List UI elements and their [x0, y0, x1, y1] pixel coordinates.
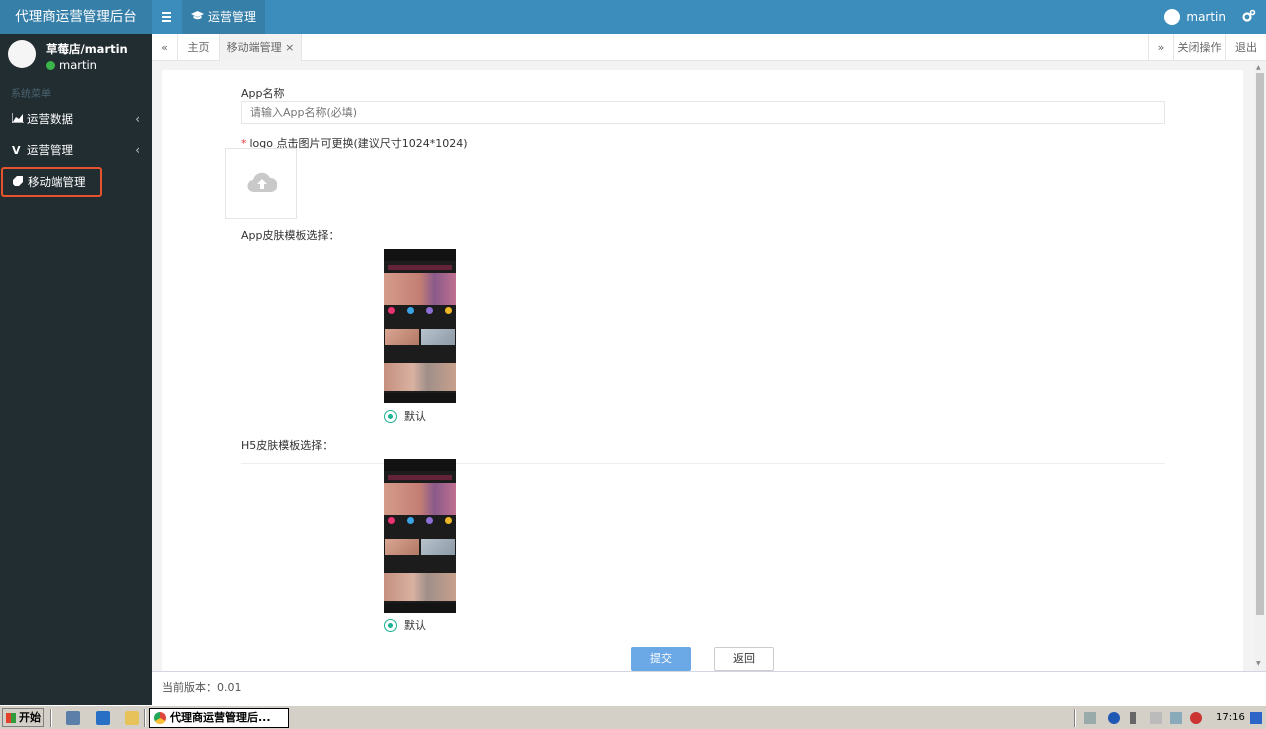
sidebar-item-operations-management[interactable]: V 运营管理 ‹	[0, 135, 152, 165]
volume-muted-icon[interactable]	[1190, 712, 1202, 724]
divider	[241, 463, 1165, 464]
content-tabs: « 主页 移动端管理 × » 关闭操作 退出	[152, 34, 1266, 61]
taskbar-separator	[1074, 709, 1076, 727]
h5-skin-label: H5皮肤模板选择：	[241, 439, 334, 452]
taskbar-chrome-window[interactable]: 代理商运营管理后...	[149, 708, 289, 728]
profile-name: 草莓店/martin	[46, 42, 128, 56]
radio-label: 默认	[404, 619, 426, 632]
tab-close-icon[interactable]: ×	[285, 41, 294, 54]
clock: 17:16	[1216, 712, 1245, 723]
top-navbar: 代理商运营管理后台 运营管理 martin	[0, 0, 1266, 34]
taskbar-separator	[50, 709, 52, 727]
app-name-label: App名称	[241, 87, 285, 100]
scrollbar-thumb[interactable]	[1256, 73, 1264, 615]
chrome-icon	[154, 712, 166, 724]
show-desktop-icon[interactable]	[1250, 712, 1262, 724]
footer: 当前版本：0.01	[152, 671, 1266, 705]
tag-icon	[11, 171, 25, 197]
tab-mobile-management[interactable]: 移动端管理 ×	[220, 34, 302, 61]
settings-gear-icon[interactable]	[1242, 9, 1256, 23]
avatar	[1164, 9, 1181, 25]
radio-label: 默认	[404, 410, 426, 423]
logo-uploader[interactable]	[225, 148, 297, 219]
sidebar-item-label: 运营数据	[27, 112, 73, 126]
chevron-left-icon: ‹	[135, 143, 140, 157]
os-taskbar: 开始 代理商运营管理后... 17:16	[0, 705, 1266, 729]
h5-skin-default-radio[interactable]: 默认	[384, 619, 444, 633]
user-name: martin	[1186, 10, 1226, 24]
tabs-scroll-right-button[interactable]: »	[1148, 34, 1174, 61]
keyboard-icon[interactable]	[1084, 712, 1096, 724]
back-button[interactable]: 返回	[714, 647, 774, 671]
start-button[interactable]: 开始	[2, 708, 44, 727]
sidebar-item-label: 移动端管理	[28, 175, 86, 189]
powershell-icon[interactable]	[96, 711, 110, 725]
tab-home[interactable]: 主页	[178, 34, 220, 61]
app-brand[interactable]: 代理商运营管理后台	[0, 0, 152, 34]
chevron-left-icon: ‹	[135, 112, 140, 126]
radio-checked-icon	[384, 410, 397, 423]
network-icon[interactable]	[1170, 712, 1182, 724]
flag-icon[interactable]	[1150, 712, 1162, 724]
sidebar-item-operations-data[interactable]: 运营数据 ‹	[0, 104, 152, 134]
top-nav-label: 运营管理	[208, 10, 257, 24]
sidebar-toggle-icon[interactable]	[156, 0, 178, 34]
input-method-icon[interactable]	[1130, 712, 1136, 724]
server-manager-icon[interactable]	[66, 711, 80, 725]
sidebar-item-mobile-management[interactable]: 移动端管理	[1, 167, 102, 197]
chart-area-icon	[11, 106, 24, 136]
online-status-icon	[46, 61, 55, 70]
app-name-input[interactable]	[241, 101, 1165, 124]
windows-flag-icon	[6, 713, 16, 723]
radio-checked-icon	[384, 619, 397, 632]
app-skin-label: App皮肤模板选择：	[241, 229, 340, 242]
submit-button[interactable]: 提交	[631, 647, 691, 671]
tab-label: 移动端管理	[226, 41, 282, 54]
app-skin-preview-image[interactable]	[384, 249, 456, 403]
vimeo-icon: V	[12, 144, 21, 157]
close-operations-button[interactable]: 关闭操作	[1174, 34, 1226, 61]
logout-button[interactable]: 退出	[1226, 34, 1266, 61]
form-card: App名称 *logo 点击图片可更换(建议尺寸1024*1024) App皮肤…	[162, 70, 1243, 671]
taskbar-separator	[144, 709, 146, 727]
user-panel: 草莓店/martin martin	[0, 34, 152, 78]
vertical-scrollbar[interactable]: ▲ ▼	[1254, 61, 1266, 671]
app-skin-default-radio[interactable]: 默认	[384, 410, 444, 424]
scroll-down-icon[interactable]: ▼	[1256, 660, 1261, 667]
sidebar: 草莓店/martin martin 系统菜单 运营数据 ‹ V 运营管理 ‹ 移动…	[0, 34, 152, 705]
h5-skin-preview-image[interactable]	[384, 459, 456, 613]
folder-icon[interactable]	[125, 711, 139, 725]
avatar	[8, 40, 36, 68]
tabs-scroll-left-button[interactable]: «	[152, 34, 178, 61]
main-content: App名称 *logo 点击图片可更换(建议尺寸1024*1024) App皮肤…	[152, 61, 1266, 671]
graduation-cap-icon	[191, 1, 204, 35]
version-text: 当前版本：0.01	[162, 681, 242, 694]
profile-status: martin	[46, 58, 97, 72]
top-nav-operations[interactable]: 运营管理	[182, 0, 266, 35]
help-icon[interactable]	[1108, 712, 1120, 724]
scroll-up-icon[interactable]: ▲	[1256, 64, 1261, 71]
menu-header: 系统菜单	[11, 89, 51, 100]
system-tray: 17:16	[1074, 708, 1266, 728]
cloud-upload-icon	[247, 172, 277, 193]
sidebar-item-label: 运营管理	[27, 143, 73, 157]
user-menu[interactable]: martin	[1164, 0, 1226, 34]
